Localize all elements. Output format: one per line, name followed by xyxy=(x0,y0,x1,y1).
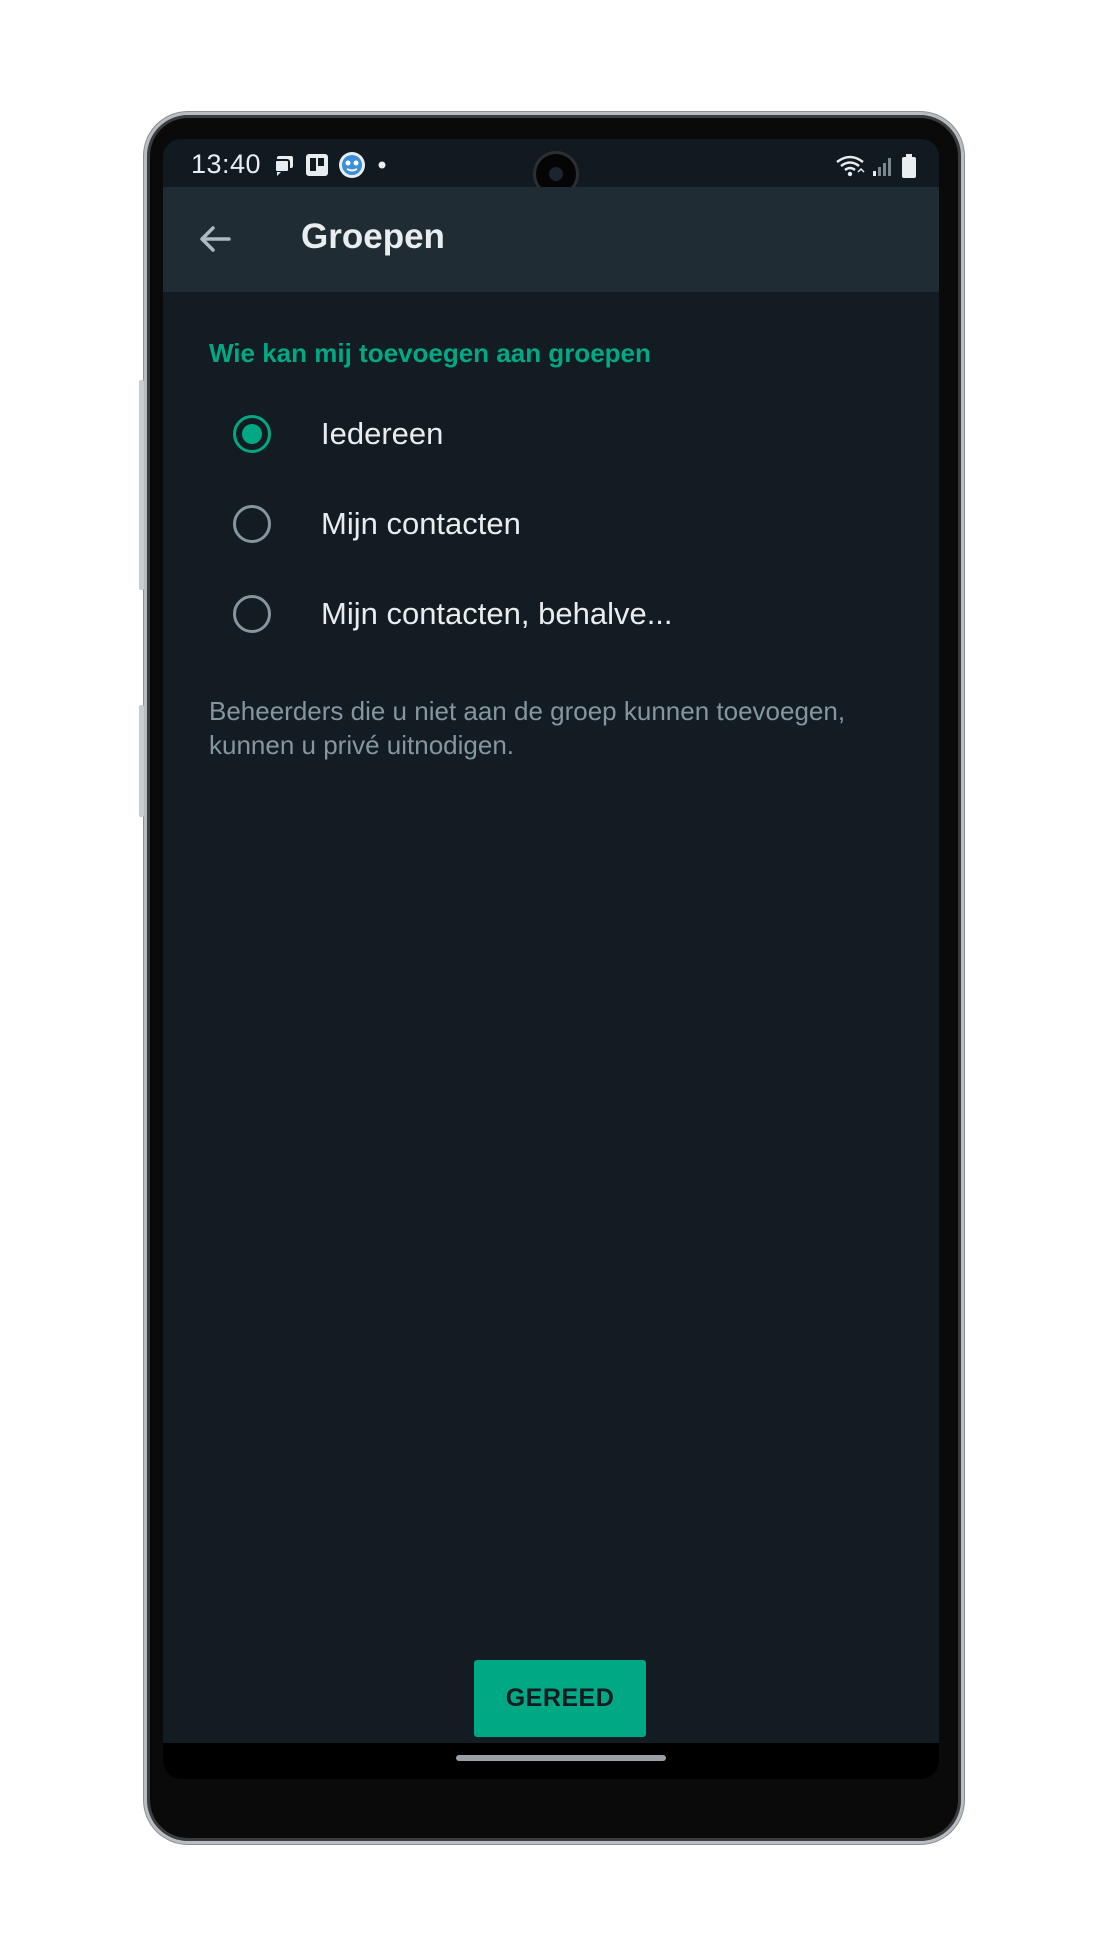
wifi-icon xyxy=(835,154,865,183)
power-key xyxy=(139,705,144,817)
home-indicator[interactable] xyxy=(456,1755,666,1761)
radio-unchecked-icon[interactable] xyxy=(233,595,271,633)
app-face-icon xyxy=(338,151,366,184)
option-label: Mijn contacten xyxy=(321,506,521,541)
hint-text: Beheerders die u niet aan de groep kunne… xyxy=(209,696,846,760)
signal-icon xyxy=(871,154,895,183)
volume-key xyxy=(139,380,144,590)
option-label: Mijn contacten, behalve... xyxy=(321,596,673,631)
status-bar: 13:40 xyxy=(163,139,939,197)
trello-icon xyxy=(305,153,329,182)
system-icons xyxy=(835,153,917,184)
screen: 13:40 Groepen Wie kan mij toevoegen aan … xyxy=(163,139,939,1779)
radio-unchecked-icon[interactable] xyxy=(233,505,271,543)
app-bar: Groepen xyxy=(163,187,939,292)
dot-icon xyxy=(375,158,389,177)
navigation-bar xyxy=(163,1743,939,1779)
option-label: Iedereen xyxy=(321,416,444,451)
notification-icons xyxy=(274,151,389,184)
battery-icon xyxy=(901,153,917,184)
chat-icon xyxy=(274,154,296,181)
arrow-left-icon xyxy=(191,226,239,267)
status-time: 13:40 xyxy=(191,149,262,179)
section-header: Wie kan mij toevoegen aan groepen xyxy=(209,338,651,368)
radio-checked-icon[interactable] xyxy=(233,415,271,453)
option-mijn-contacten-behalve[interactable]: Mijn contacten, behalve... xyxy=(223,580,903,652)
back-button[interactable] xyxy=(191,215,239,263)
done-button[interactable]: GEREED xyxy=(474,1660,646,1737)
option-mijn-contacten[interactable]: Mijn contacten xyxy=(223,490,903,562)
option-iedereen[interactable]: Iedereen xyxy=(223,400,903,472)
page-title: Groepen xyxy=(301,217,445,256)
